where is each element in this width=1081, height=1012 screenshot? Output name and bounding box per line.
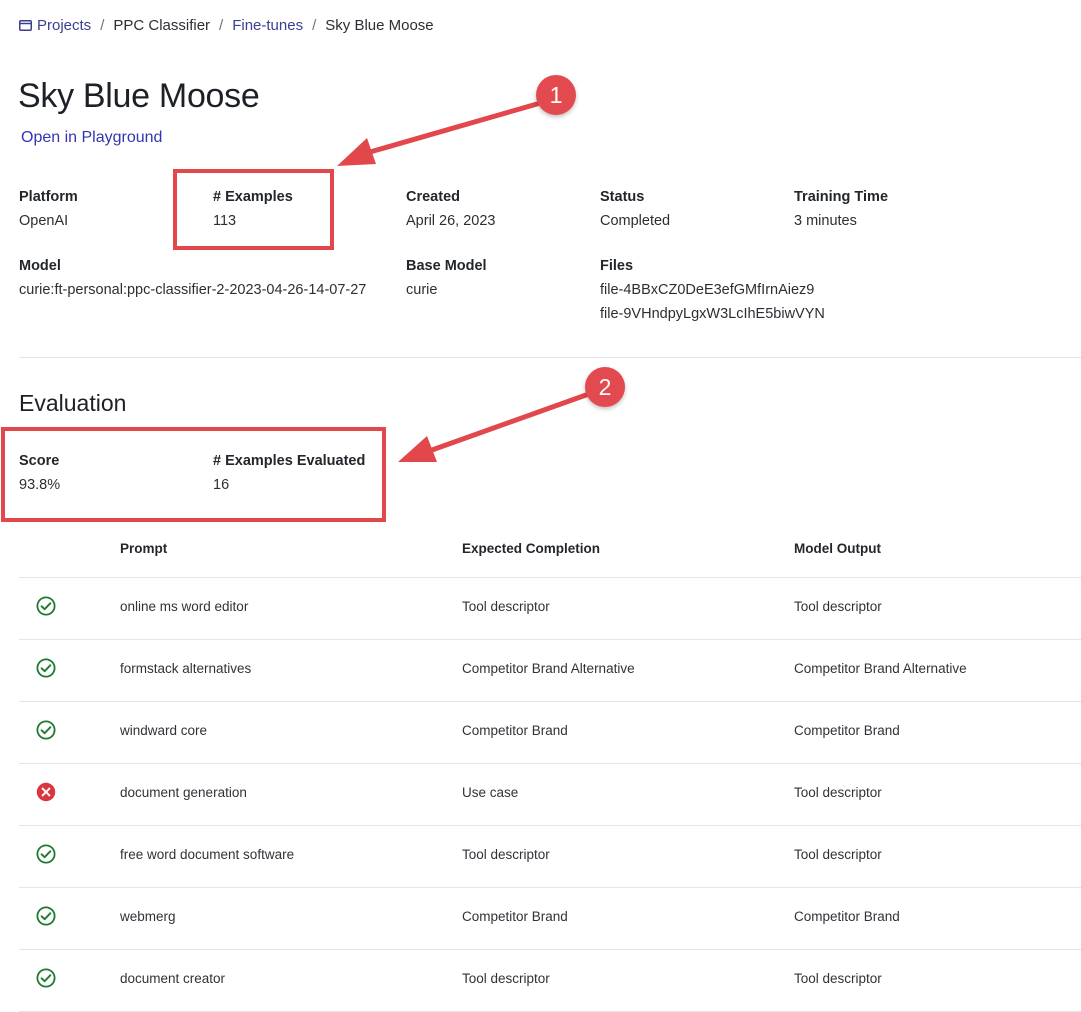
base-model-label: Base Model	[406, 258, 487, 274]
model-value: curie:ft-personal:ppc-classifier-2-2023-…	[19, 282, 367, 298]
prompt-cell: free word document software	[120, 847, 295, 862]
check-circle-icon	[36, 720, 56, 740]
platform-value: OpenAI	[19, 213, 69, 229]
breadcrumb-current: Sky Blue Moose	[325, 17, 434, 34]
section-divider	[19, 357, 1081, 358]
model-output-cell: Competitor Brand	[794, 909, 900, 924]
open-in-playground-link[interactable]: Open in Playground	[21, 129, 162, 147]
model-output-cell: Tool descriptor	[794, 971, 882, 986]
status-label: Status	[600, 189, 645, 205]
prompt-cell: windward core	[120, 723, 208, 738]
table-row: formstack alternatives Competitor Brand A…	[19, 640, 1081, 702]
annotation-box-1	[173, 169, 334, 250]
finetune-detail-page: Projects / PPC Classifier / Fine-tunes /…	[0, 0, 1081, 1012]
annotation-box-2	[1, 427, 386, 522]
check-circle-icon	[36, 658, 56, 678]
expected-completion-cell: Tool descriptor	[462, 971, 550, 986]
breadcrumb-project: PPC Classifier	[113, 17, 211, 34]
prompt-cell: document generation	[120, 785, 247, 800]
annotation-badge-2: 2	[585, 367, 625, 407]
table-row: online ms word editor Tool descriptor Tool…	[19, 578, 1081, 640]
breadcrumb-separator: /	[100, 17, 105, 34]
prompt-cell: formstack alternatives	[120, 661, 252, 676]
base-model-value: curie	[406, 282, 438, 298]
annotation-badge-1: 1	[536, 75, 576, 115]
status-value: Completed	[600, 213, 671, 229]
training-time-label: Training Time	[794, 189, 889, 205]
prompt-cell: online ms word editor	[120, 599, 249, 614]
breadcrumb: Projects / PPC Classifier / Fine-tunes /…	[19, 17, 434, 34]
model-output-cell: Competitor Brand Alternative	[794, 661, 967, 676]
check-circle-icon	[36, 844, 56, 864]
evaluation-table: Prompt Expected Completion Model Output …	[19, 530, 1081, 1012]
expected-completion-cell: Tool descriptor	[462, 847, 550, 862]
table-row: document creator Tool descriptor Tool desc…	[19, 950, 1081, 1012]
breadcrumb-separator: /	[219, 17, 224, 34]
evaluation-title: Evaluation	[19, 390, 127, 416]
prompt-cell: document creator	[120, 971, 226, 986]
table-row: document generation Use case Tool descript…	[19, 764, 1081, 826]
expected-completion-cell: Use case	[462, 785, 519, 800]
expected-completion-cell: Tool descriptor	[462, 599, 550, 614]
file-link[interactable]: file-9VHndpyLgxW3LcIhE5biwVYN	[600, 302, 825, 326]
breadcrumb-finetunes-link[interactable]: Fine-tunes	[232, 17, 303, 34]
table-row: windward core Competitor Brand Competitor …	[19, 702, 1081, 764]
files-label: Files	[600, 258, 634, 274]
table-row: free word document software Tool descript…	[19, 826, 1081, 888]
model-output-cell: Tool descriptor	[794, 599, 882, 614]
model-output-cell: Competitor Brand	[794, 723, 900, 738]
x-circle-icon	[36, 782, 56, 802]
prompt-cell: webmerg	[120, 909, 176, 924]
expected-completion-cell: Competitor Brand	[462, 909, 568, 924]
page-title: Sky Blue Moose	[18, 77, 260, 115]
model-output-column-header: Model Output	[794, 541, 881, 556]
breadcrumb-separator: /	[312, 17, 317, 34]
check-circle-icon	[36, 596, 56, 616]
prompt-column-header: Prompt	[120, 541, 168, 556]
check-circle-icon	[36, 906, 56, 926]
expected-completion-cell: Competitor Brand Alternative	[462, 661, 635, 676]
created-label: Created	[406, 189, 460, 205]
breadcrumb-projects-label: Projects	[37, 17, 92, 34]
model-label: Model	[19, 258, 61, 274]
table-body: online ms word editor Tool descriptor Tool…	[19, 578, 1081, 1012]
expected-completion-cell: Competitor Brand	[462, 723, 568, 738]
file-link[interactable]: file-4BBxCZ0DeE3efGMfIrnAiez9	[600, 278, 814, 302]
platform-label: Platform	[19, 189, 78, 205]
table-row: webmerg Competitor Brand Competitor Brand	[19, 888, 1081, 950]
model-output-cell: Tool descriptor	[794, 847, 882, 862]
table-header-row: Prompt Expected Completion Model Output	[19, 530, 1081, 578]
expected-completion-column-header: Expected Completion	[462, 541, 601, 556]
training-time-value: 3 minutes	[794, 213, 857, 229]
breadcrumb-projects-link[interactable]: Projects	[19, 17, 91, 34]
model-output-cell: Tool descriptor	[794, 785, 882, 800]
created-value: April 26, 2023	[406, 213, 496, 229]
check-circle-icon	[36, 968, 56, 988]
folder-icon	[19, 20, 32, 31]
